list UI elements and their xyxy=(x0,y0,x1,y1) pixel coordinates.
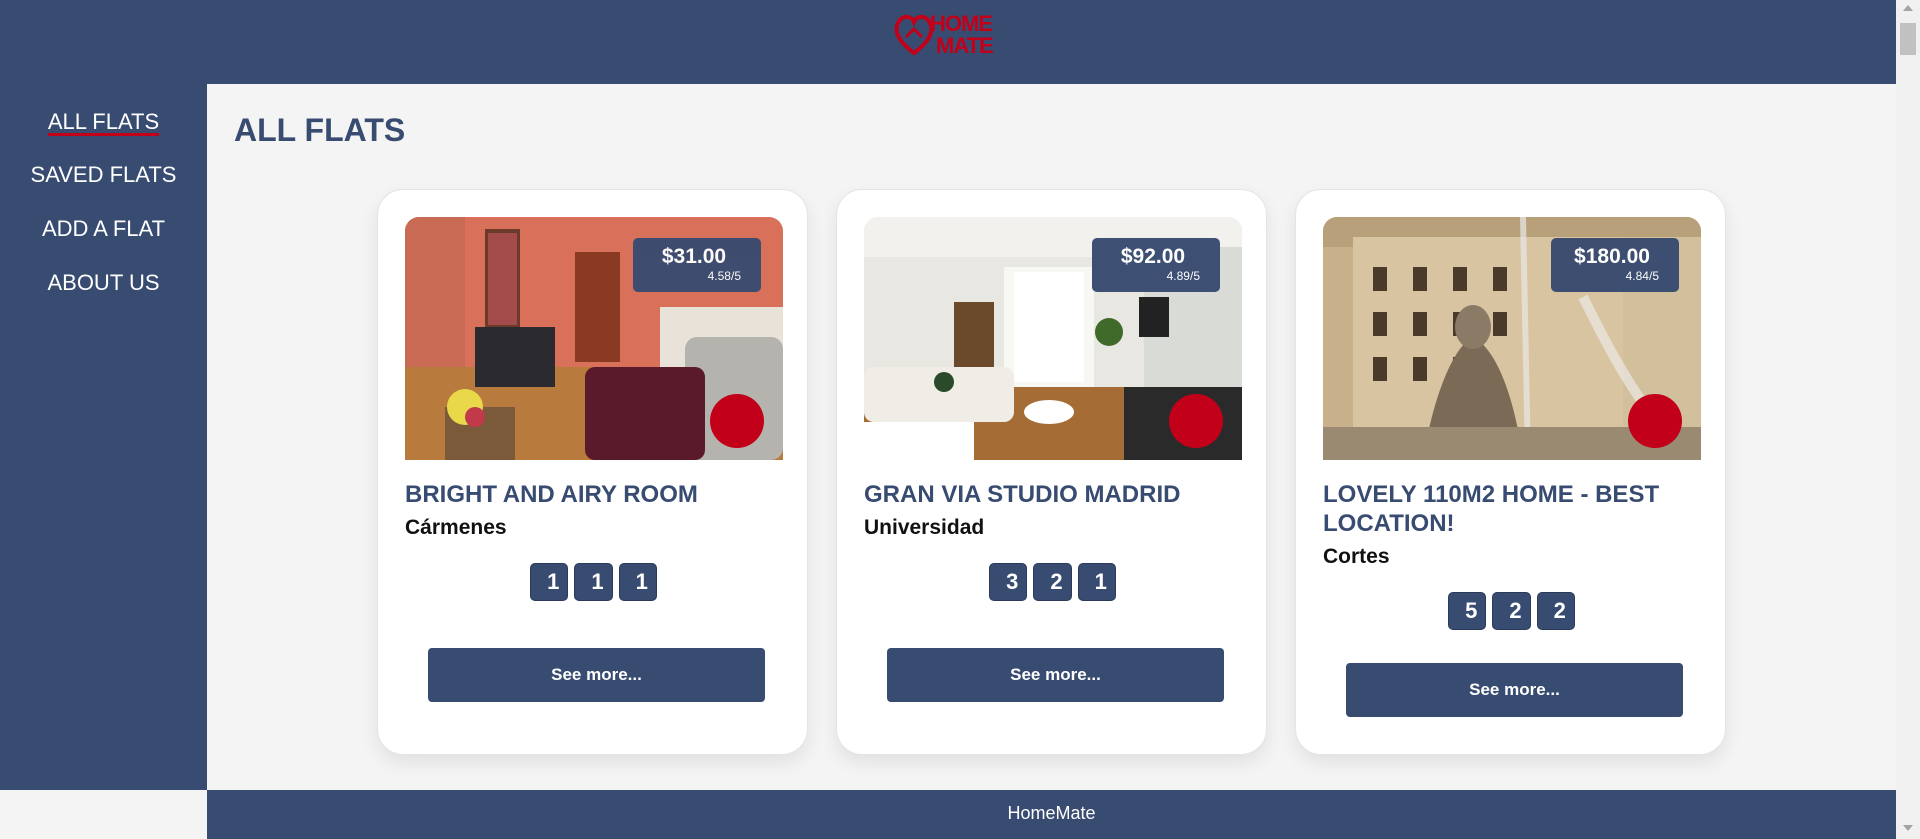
favorite-button[interactable] xyxy=(1628,394,1682,448)
main-content: ALL FLATS $31.00 4.58/5 BRIGHT AND AIRY … xyxy=(207,84,1896,790)
flat-location: Universidad xyxy=(864,516,985,539)
feature-badge: 2 xyxy=(1536,592,1575,630)
flat-location: Cármenes xyxy=(405,516,507,539)
scroll-down-arrow-icon[interactable] xyxy=(1903,825,1913,831)
flat-features: 5 2 2 xyxy=(1296,592,1727,630)
flat-card: $31.00 4.58/5 BRIGHT AND AIRY ROOM Cárme… xyxy=(377,189,808,755)
rating: 4.84/5 xyxy=(1625,269,1659,283)
sidebar-item-all-flats[interactable]: ALL FLATS xyxy=(0,109,207,136)
flat-title: BRIGHT AND AIRY ROOM xyxy=(405,481,698,508)
feature-badge: 1 xyxy=(574,563,613,601)
page-title: ALL FLATS xyxy=(234,112,406,148)
page-scrollbar[interactable] xyxy=(1896,0,1920,839)
see-more-button[interactable]: See more... xyxy=(1346,663,1683,717)
feature-badge: 2 xyxy=(1033,563,1072,601)
price-badge: $180.00 4.84/5 xyxy=(1551,238,1679,292)
sidebar-item-saved-flats[interactable]: SAVED FLATS xyxy=(0,162,207,188)
favorite-button[interactable] xyxy=(710,394,764,448)
feature-badge: 5 xyxy=(1448,592,1487,630)
feature-badge: 1 xyxy=(1077,563,1116,601)
flat-features: 3 2 1 xyxy=(837,563,1268,601)
sidebar-item-label: ABOUT US xyxy=(47,270,160,295)
see-more-button[interactable]: See more... xyxy=(428,648,765,702)
flat-features: 1 1 1 xyxy=(378,563,809,601)
sidebar-item-label: SAVED FLATS xyxy=(30,162,177,187)
homemate-logo[interactable]: HOME MATE xyxy=(892,7,1004,63)
price: $180.00 xyxy=(1574,245,1650,268)
flat-card: $180.00 4.84/5 LOVELY 110M2 HOME - BEST … xyxy=(1295,189,1726,755)
flat-image[interactable]: $92.00 4.89/5 xyxy=(864,217,1242,460)
flat-title: GRAN VIA STUDIO MADRID xyxy=(864,481,1181,508)
price-badge: $92.00 4.89/5 xyxy=(1092,238,1220,292)
price: $92.00 xyxy=(1120,245,1186,268)
sidebar-item-about-us[interactable]: ABOUT US xyxy=(0,270,207,296)
scrollbar-thumb[interactable] xyxy=(1900,23,1916,55)
logo-text: HOME MATE xyxy=(930,11,994,58)
price-badge: $31.00 4.58/5 xyxy=(633,238,761,292)
flat-title: LOVELY 110M2 HOME - BEST LOCATION! xyxy=(1323,481,1660,537)
flat-image[interactable]: $31.00 4.58/5 xyxy=(405,217,783,460)
feature-badge: 3 xyxy=(989,563,1028,601)
sidebar-item-add-a-flat[interactable]: ADD A FLAT xyxy=(0,216,207,242)
feature-badge: 1 xyxy=(618,563,657,601)
feature-badge: 1 xyxy=(530,563,569,601)
flat-card: $92.00 4.89/5 GRAN VIA STUDIO MADRID Uni… xyxy=(836,189,1267,755)
sidebar-nav: ALL FLATS SAVED FLATS ADD A FLAT ABOUT U… xyxy=(0,84,207,790)
price: $31.00 xyxy=(661,245,727,268)
rating: 4.89/5 xyxy=(1166,269,1200,283)
feature-badge: 2 xyxy=(1492,592,1531,630)
sidebar-item-label: ADD A FLAT xyxy=(41,216,166,241)
footer-text: HomeMate xyxy=(1007,803,1096,823)
flat-location: Cortes xyxy=(1323,545,1390,568)
footer: HomeMate xyxy=(207,790,1896,839)
flat-image[interactable]: $180.00 4.84/5 xyxy=(1323,217,1701,460)
top-header: HOME MATE xyxy=(0,0,1896,84)
scroll-up-arrow-icon[interactable] xyxy=(1903,5,1913,11)
favorite-button[interactable] xyxy=(1169,394,1223,448)
rating: 4.58/5 xyxy=(707,269,741,283)
sidebar-item-label: ALL FLATS xyxy=(47,109,160,136)
see-more-button[interactable]: See more... xyxy=(887,648,1224,702)
